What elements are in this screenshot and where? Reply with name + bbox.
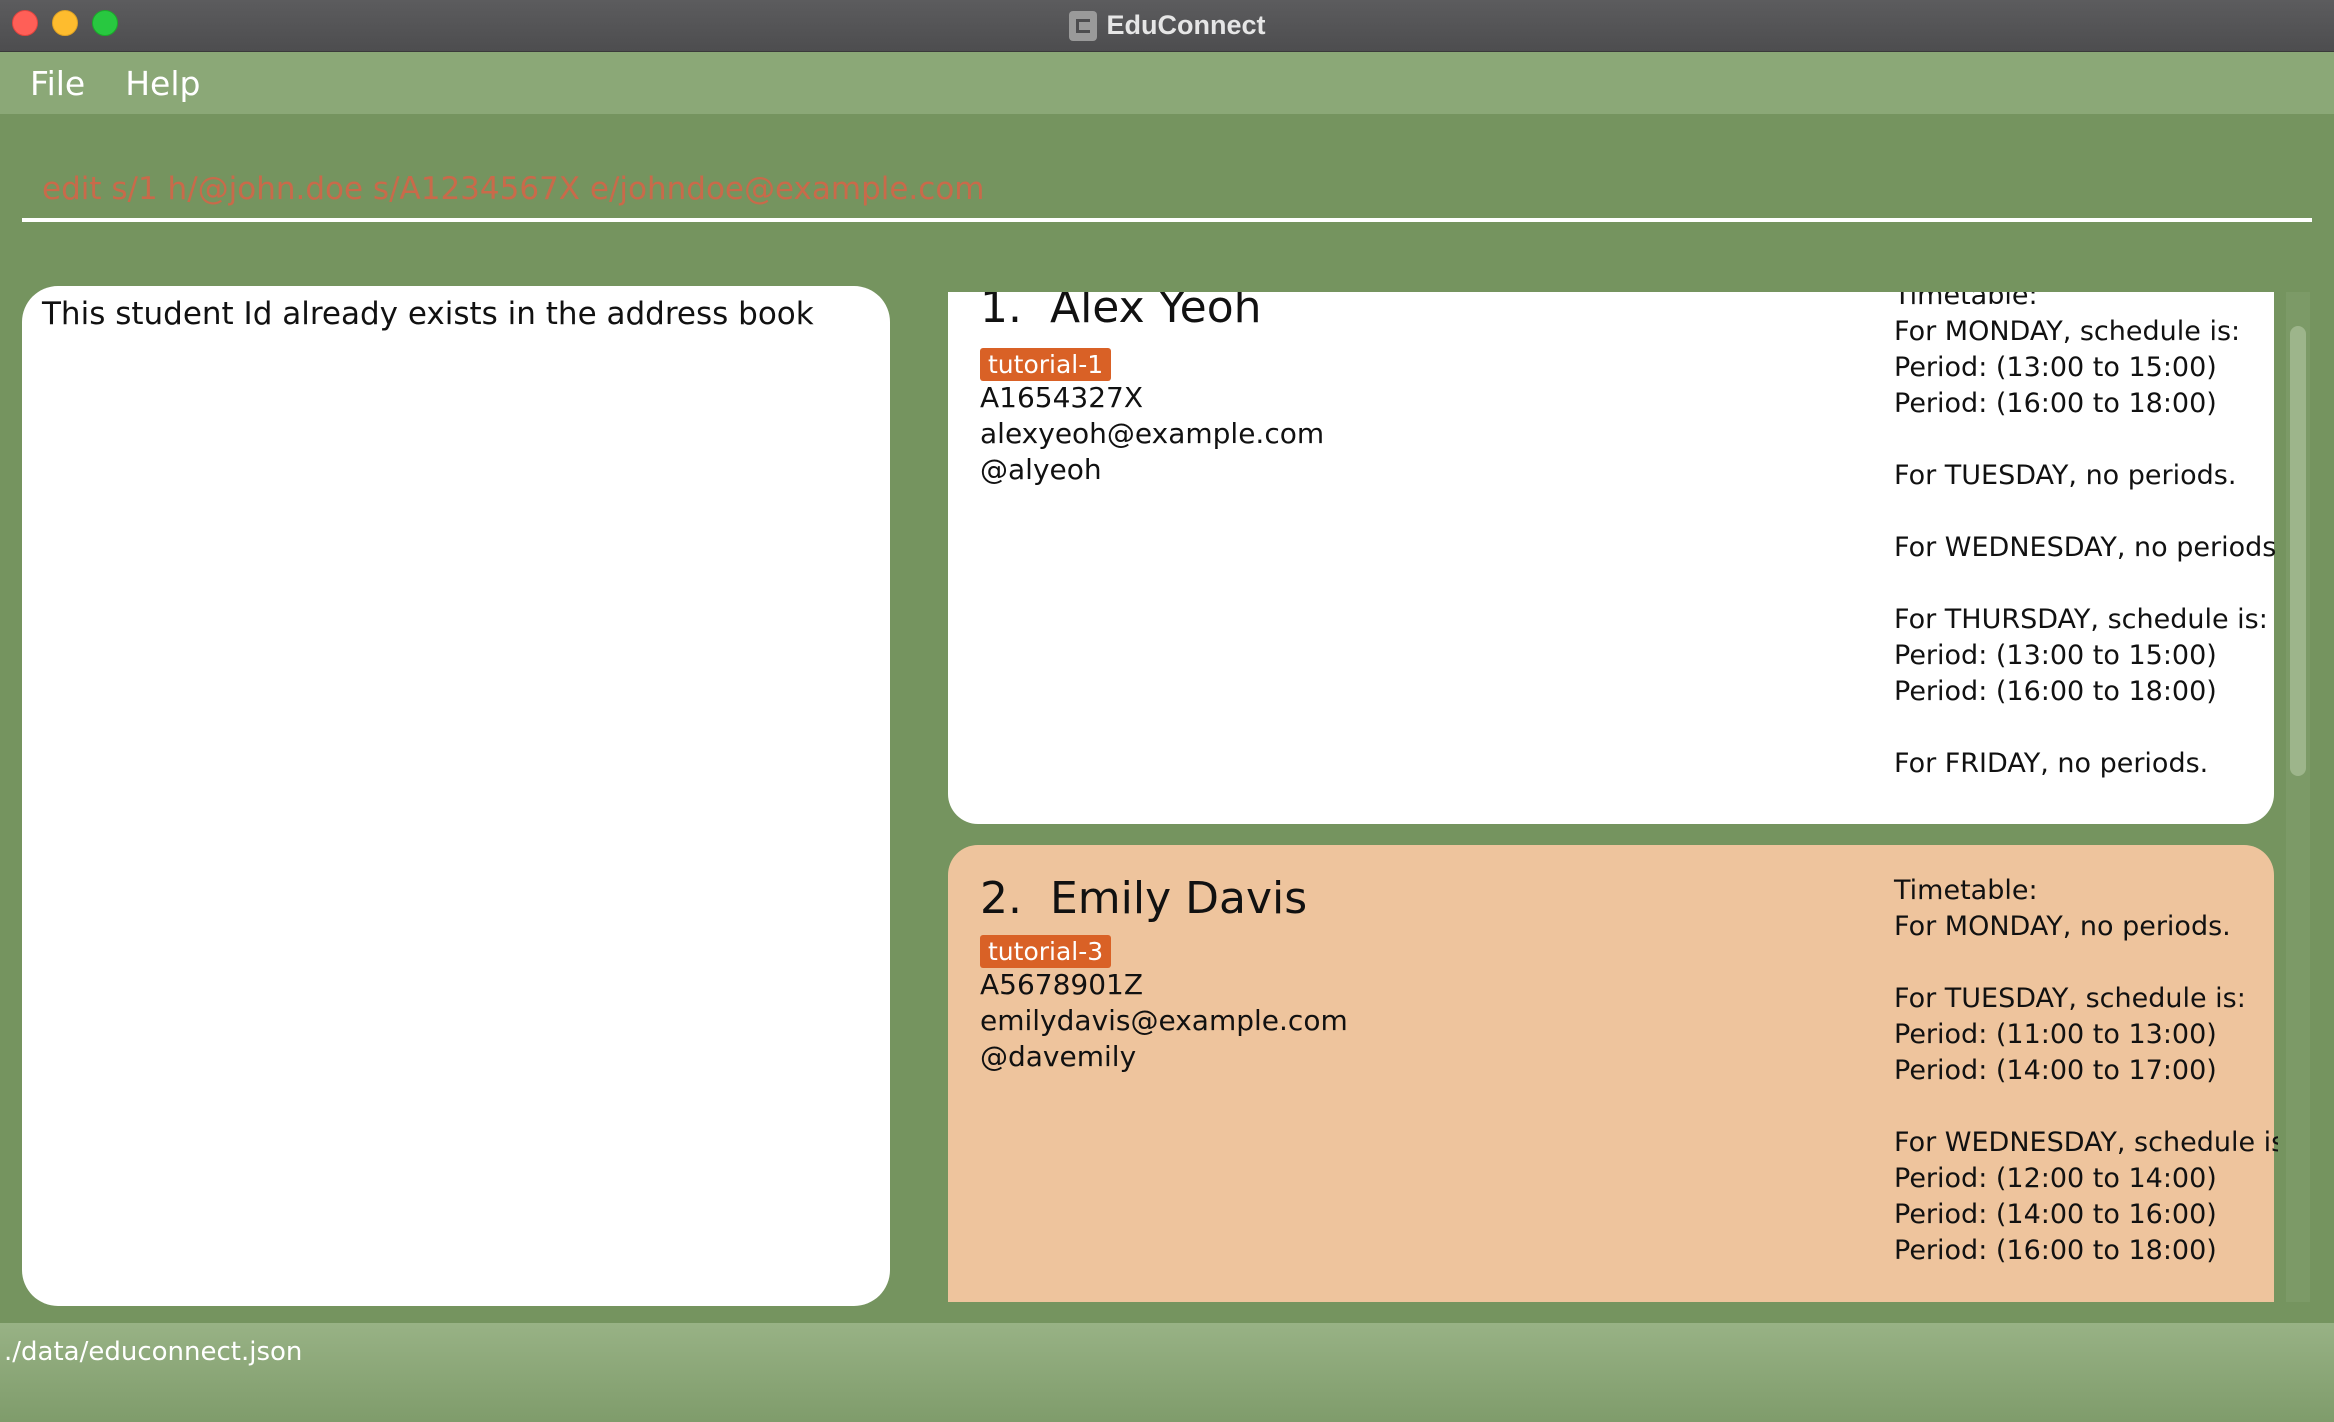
timetable-line: Period: (14:00 to 17:00): [1894, 1055, 2217, 1086]
timetable-line: For FRIDAY, no periods.: [1894, 748, 2209, 779]
educonnect-app-icon: [1068, 10, 1097, 41]
person-details: A5678901Z emilydavis@example.com @davemi…: [980, 967, 1348, 1075]
timetable-line: Timetable:: [1894, 875, 2038, 906]
person-tag: tutorial-1: [980, 348, 1112, 381]
timetable-line: For MONDAY, schedule is:: [1894, 316, 2241, 347]
window-titlebar: EduConnect: [0, 0, 2334, 52]
window-title-group: EduConnect: [0, 0, 2334, 51]
result-message: This student Id already exists in the ad…: [42, 296, 814, 332]
status-bar: ./data/educonnect.json: [0, 1323, 2334, 1422]
person-name: Emily Davis: [1049, 873, 1308, 924]
timetable-line: For MONDAY, no periods.: [1894, 911, 2231, 942]
scrollbar-thumb[interactable]: [2290, 326, 2306, 776]
person-name: Alex Yeoh: [1049, 292, 1262, 333]
person-tag: tutorial-3: [980, 935, 1112, 968]
timetable-line: [1894, 1089, 2278, 1125]
timetable-line: Period: (12:00 to 14:00): [1894, 1163, 2217, 1194]
menu-bar: File Help: [0, 52, 2334, 114]
status-file-path: ./data/educonnect.json: [4, 1337, 303, 1367]
timetable-line: [1894, 945, 2278, 981]
person-name-row: 1. Alex Yeoh: [980, 292, 1262, 333]
menu-file[interactable]: File: [30, 64, 85, 103]
timetable-line: Period: (14:00 to 16:00): [1894, 1199, 2217, 1230]
person-card-selected[interactable]: 2. Emily Davis tutorial-3 A5678901Z emil…: [948, 845, 2278, 1302]
person-timetable: Timetable: For MONDAY, no periods. For TU…: [1894, 873, 2278, 1269]
menu-help[interactable]: Help: [125, 64, 200, 103]
person-student-id: A5678901Z: [980, 968, 1144, 1001]
timetable-line: Period: (16:00 to 18:00): [1894, 388, 2217, 419]
person-telegram: @alyeoh: [980, 453, 1102, 486]
person-index: 2.: [980, 873, 1022, 924]
person-timetable: Timetable: For MONDAY, schedule is: Period…: [1894, 292, 2278, 782]
person-name-row: 2. Emily Davis: [980, 873, 1307, 924]
timetable-line: Period: (11:00 to 13:00): [1894, 1019, 2217, 1050]
timetable-line: For WEDNESDAY, schedule is:: [1894, 1127, 2278, 1158]
timetable-line: Period: (16:00 to 18:00): [1894, 676, 2217, 707]
result-display: This student Id already exists in the ad…: [22, 286, 890, 1306]
timetable-line: [1894, 710, 2278, 746]
command-input[interactable]: [22, 160, 2312, 222]
timetable-line: For THURSDAY, schedule is:: [1894, 604, 2268, 635]
person-index: 1.: [980, 292, 1022, 333]
person-details: A1654327X alexyeoh@example.com @alyeoh: [980, 380, 1324, 488]
timetable-line: [1894, 422, 2278, 458]
timetable-line: For WEDNESDAY, no periods.: [1894, 532, 2278, 563]
person-list[interactable]: 1. Alex Yeoh tutorial-1 A1654327X alexye…: [948, 292, 2278, 1302]
person-card[interactable]: 1. Alex Yeoh tutorial-1 A1654327X alexye…: [948, 292, 2278, 824]
person-student-id: A1654327X: [980, 381, 1144, 414]
person-email: emilydavis@example.com: [980, 1004, 1348, 1037]
person-list-scrollbar[interactable]: [2286, 292, 2310, 1302]
person-email: alexyeoh@example.com: [980, 417, 1325, 450]
timetable-line: [1894, 494, 2278, 530]
timetable-line: Period: (16:00 to 18:00): [1894, 1235, 2217, 1266]
timetable-line: Period: (13:00 to 15:00): [1894, 352, 2217, 383]
timetable-line: For TUESDAY, no periods.: [1894, 460, 2237, 491]
timetable-line: For TUESDAY, schedule is:: [1894, 983, 2246, 1014]
timetable-line: Timetable:: [1894, 292, 2038, 311]
window-title: EduConnect: [1106, 10, 1266, 40]
timetable-line: [1894, 566, 2278, 602]
person-telegram: @davemily: [980, 1040, 1137, 1073]
timetable-line: Period: (13:00 to 15:00): [1894, 640, 2217, 671]
